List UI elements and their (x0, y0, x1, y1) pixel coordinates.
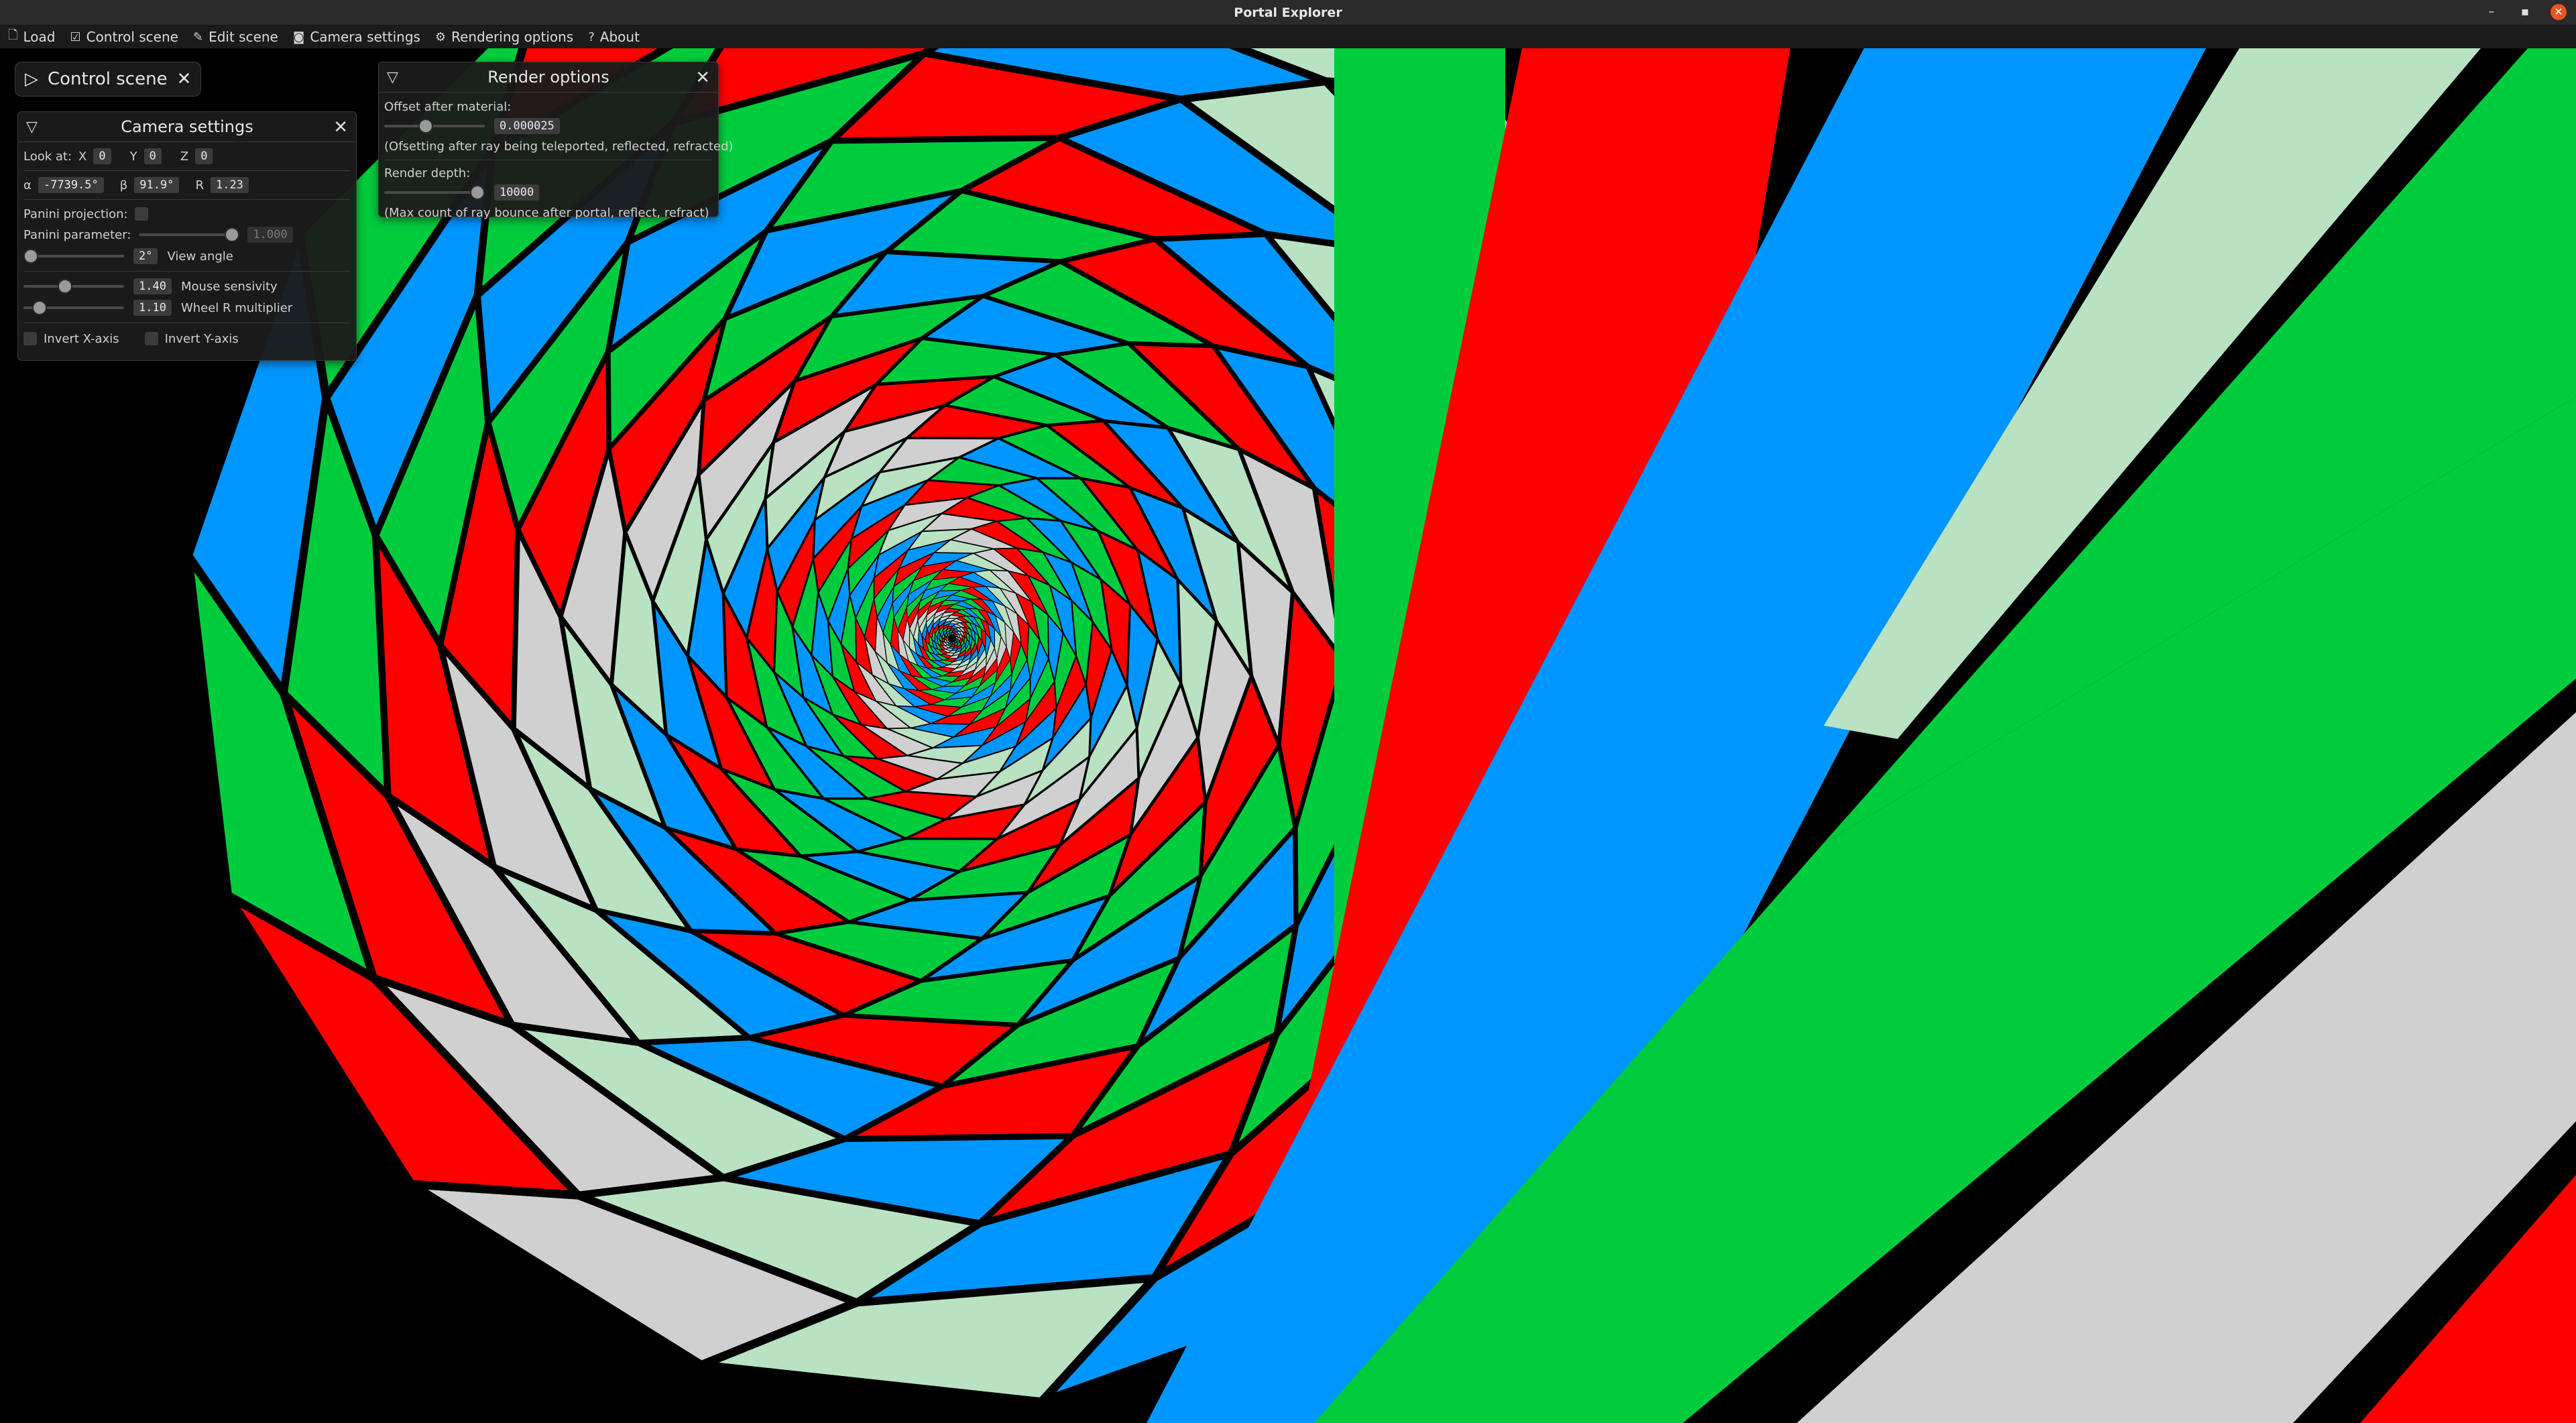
menu-camera-settings[interactable]: ◙ Camera settings (293, 29, 420, 45)
panini-parameter-slider[interactable] (139, 227, 240, 242)
invert-y-label: Invert Y-axis (164, 331, 239, 346)
render-viewport[interactable] (0, 48, 2576, 1423)
wheel-multiplier-field[interactable]: 1.10 (133, 300, 172, 316)
play-icon[interactable]: ▷ (25, 69, 38, 89)
camera-settings-header[interactable]: ▽ Camera settings ✕ (18, 112, 356, 142)
z-label: Z (180, 149, 189, 164)
alpha-field[interactable]: -7739.5° (38, 177, 104, 193)
menu-load[interactable]: 🗋 Load (8, 27, 55, 47)
offset-label: Offset after material: (384, 99, 512, 114)
scene-render (0, 48, 2576, 1423)
window-title: Portal Explorer (1234, 5, 1342, 20)
alpha-label: α (23, 178, 32, 192)
maximize-icon[interactable]: ▪ (2517, 4, 2533, 20)
divider (23, 271, 351, 272)
menu-about[interactable]: ? About (588, 29, 640, 45)
file-icon: 🗋 (8, 28, 18, 42)
menu-bar: 🗋 Load ☑ Control scene ✎ Edit scene ◙ Ca… (0, 25, 2576, 48)
invert-y-checkbox[interactable] (144, 332, 158, 345)
offset-slider[interactable] (384, 119, 485, 133)
slider-knob[interactable] (418, 119, 433, 133)
menu-rendering-options[interactable]: ⚙ Rendering options (435, 29, 573, 45)
panini-parameter-label: Panini parameter: (23, 227, 131, 242)
camera-settings-panel: ▽ Camera settings ✕ Look at: X 0 Y 0 Z 0… (17, 111, 357, 361)
render-options-title: Render options (487, 68, 609, 87)
menu-control-scene[interactable]: ☑ Control scene (70, 29, 178, 45)
depth-note: (Max count of ray bounce after portal, r… (384, 205, 709, 220)
view-angle-field[interactable]: 2° (133, 248, 158, 264)
close-icon[interactable]: ✕ (333, 117, 348, 137)
close-icon[interactable]: ✕ (177, 69, 192, 89)
control-scene-tab[interactable]: ▷ Control scene ✕ (15, 62, 202, 97)
minimize-icon[interactable]: – (2483, 4, 2500, 20)
divider (23, 199, 351, 200)
offset-field[interactable]: 0.000025 (494, 118, 560, 134)
slider-knob[interactable] (23, 249, 38, 264)
depth-label: Render depth: (384, 166, 471, 180)
camera-settings-title: Camera settings (121, 117, 253, 136)
render-options-header[interactable]: ▽ Render options ✕ (379, 62, 718, 93)
slider-knob[interactable] (32, 300, 47, 315)
view-angle-slider[interactable] (23, 249, 124, 264)
menu-edit-scene-label: Edit scene (209, 29, 278, 45)
menu-camera-settings-label: Camera settings (310, 29, 420, 45)
panini-projection-label: Panini projection: (23, 207, 128, 221)
look-at-y-field[interactable]: 0 (143, 148, 162, 164)
panini-projection-checkbox[interactable] (134, 207, 148, 221)
camera-icon: ◙ (292, 30, 305, 44)
pencil-icon: ✎ (192, 30, 204, 44)
window-controls: – ▪ ✕ (2483, 4, 2567, 20)
mouse-sensivity-slider[interactable] (23, 279, 124, 294)
mouse-sensivity-label: Mouse sensivity (180, 279, 278, 294)
menu-load-label: Load (23, 29, 56, 45)
look-at-x-field[interactable]: 0 (93, 148, 111, 164)
wheel-multiplier-slider[interactable] (23, 300, 124, 315)
view-angle-label: View angle (167, 249, 233, 264)
invert-x-checkbox[interactable] (23, 332, 37, 345)
render-depth-field[interactable]: 10000 (494, 184, 540, 201)
render-options-panel: ▽ Render options ✕ Offset after material… (378, 62, 734, 220)
slider-knob[interactable] (470, 185, 485, 200)
panini-parameter-field[interactable]: 1.000 (247, 227, 293, 243)
offset-note: (Ofsetting after ray being teleported, r… (384, 139, 734, 154)
x-label: X (78, 149, 87, 164)
beta-label: β (119, 178, 128, 192)
control-scene-title: Control scene (48, 69, 168, 89)
menu-control-scene-label: Control scene (86, 29, 178, 45)
close-icon[interactable]: ✕ (2551, 4, 2567, 20)
r-field[interactable]: 1.23 (210, 177, 249, 193)
menu-rendering-options-label: Rendering options (451, 29, 574, 45)
slider-knob[interactable] (225, 227, 240, 242)
gear-icon: ⚙ (434, 30, 447, 44)
r-label: R (195, 178, 204, 192)
question-icon: ? (588, 30, 595, 44)
divider (23, 170, 351, 171)
collapse-triangle-icon[interactable]: ▽ (387, 69, 398, 86)
invert-x-label: Invert X-axis (44, 331, 119, 346)
beta-field[interactable]: 91.9° (134, 177, 180, 193)
render-depth-slider[interactable] (384, 185, 485, 200)
close-icon[interactable]: ✕ (695, 68, 710, 88)
look-at-z-field[interactable]: 0 (195, 148, 213, 164)
mouse-sensivity-field[interactable]: 1.40 (133, 278, 172, 294)
menu-edit-scene[interactable]: ✎ Edit scene (193, 29, 278, 45)
wheel-multiplier-label: Wheel R multiplier (180, 300, 293, 315)
menu-about-label: About (599, 29, 640, 45)
checkbox-icon: ☑ (70, 30, 81, 44)
window-titlebar: Portal Explorer – ▪ ✕ (0, 0, 2576, 25)
slider-knob[interactable] (58, 279, 72, 294)
look-at-label: Look at: (23, 149, 72, 164)
y-label: Y (129, 149, 137, 164)
collapse-triangle-icon[interactable]: ▽ (26, 119, 38, 135)
